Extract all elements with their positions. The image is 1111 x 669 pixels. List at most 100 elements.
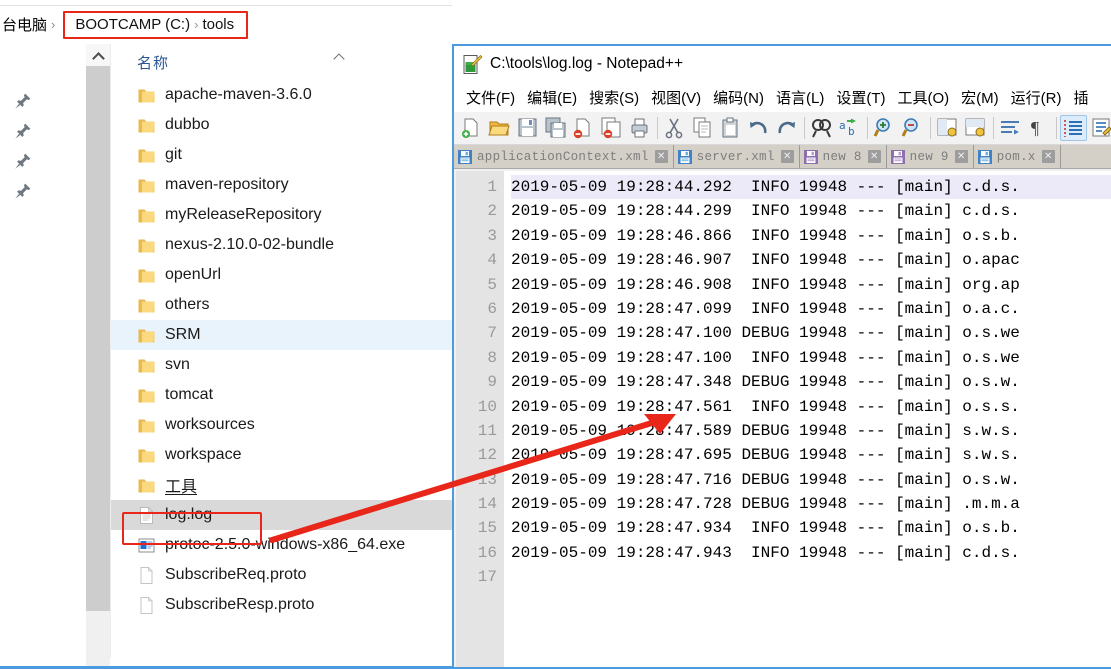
save-icon[interactable] [514,115,541,141]
word-wrap-icon[interactable] [997,115,1024,141]
breadcrumb-this-pc[interactable]: 台电脑 [0,14,47,35]
file-list-item[interactable]: apache-maven-3.6.0 [111,80,453,110]
print-icon[interactable] [626,115,653,141]
pin-icon[interactable] [14,122,32,140]
file-list-item-label: nexus-2.10.0-02-bundle [165,236,335,253]
file-list-item[interactable]: dubbo [111,110,453,140]
file-list-item-label: workspace [165,446,242,463]
menu-item[interactable]: 运行(R) [1005,87,1068,108]
editor-tab[interactable]: applicationContext.xml ✕ [454,145,674,168]
line-number: 17 [477,568,497,587]
indent-guide-icon[interactable] [1060,115,1087,141]
nav-pane-scrollbar[interactable] [86,44,110,669]
tab-close-icon[interactable]: ✕ [1041,150,1055,163]
sync-horizontal-icon[interactable] [962,115,989,141]
save-all-icon[interactable] [542,115,569,141]
file-list-item[interactable]: nexus-2.10.0-02-bundle [111,230,453,260]
menu-item[interactable]: 文件(F) [460,87,521,108]
folder-icon [137,86,156,105]
file-list-item[interactable]: workspace [111,440,453,470]
menu-item[interactable]: 工具(O) [891,87,955,108]
tab-close-icon[interactable]: ✕ [954,150,968,163]
zoom-in-icon[interactable] [871,115,898,141]
address-bar[interactable]: 台电脑 › BOOTCAMP (C:) › tools [0,7,452,42]
file-list-item[interactable]: openUrl [111,260,453,290]
pin-icon[interactable] [14,182,32,200]
file-list-item[interactable]: git [111,140,453,170]
file-list-item[interactable]: 工具 [111,470,453,500]
menu-item[interactable]: 编辑(E) [521,87,583,108]
user-define-icon[interactable] [1088,115,1111,141]
line-number: 2 [487,202,497,221]
breadcrumb-folder[interactable]: tools [202,16,234,33]
copy-icon[interactable] [689,115,716,141]
new-file-icon[interactable] [458,115,485,141]
file-list-item[interactable]: protoc-2.5.0-windows-x86_64.exe [111,530,453,560]
folder-icon [137,146,156,165]
tab-close-icon[interactable]: ✕ [867,150,881,163]
file-list-item[interactable]: others [111,290,453,320]
close-file-icon[interactable] [570,115,597,141]
breadcrumb-separator-2: › [194,16,199,32]
file-list-item[interactable]: SubscribeReq.proto [111,560,453,590]
file-list-item-label: protoc-2.5.0-windows-x86_64.exe [165,536,406,553]
menu-item[interactable]: 语言(L) [770,87,830,108]
editor-tab[interactable]: pom.x ✕ [973,145,1061,168]
scroll-up-button[interactable] [86,44,110,66]
menu-item[interactable]: 插 [1067,87,1094,108]
scrollbar-thumb[interactable] [86,66,110,611]
sync-vertical-icon[interactable] [934,115,961,141]
tab-close-icon[interactable]: ✕ [780,150,794,163]
editor-tab-label: server.xml [696,149,775,164]
undo-icon[interactable] [745,115,772,141]
menu-item[interactable]: 视图(V) [645,87,707,108]
cut-icon[interactable] [661,115,688,141]
file-list-item[interactable]: tomcat [111,380,453,410]
toolbar-separator [927,117,934,139]
svg-text:b: b [848,125,855,138]
redo-icon[interactable] [773,115,800,141]
toolbar-separator [654,117,661,139]
find-icon[interactable] [808,115,835,141]
file-explorer-window: 台电脑 › BOOTCAMP (C:) › tools 名称 apache-ma… [0,0,453,669]
menu-item[interactable]: 设置(T) [830,87,891,108]
editor-tab[interactable]: server.xml ✕ [673,145,800,168]
file-list-item[interactable]: maven-repository [111,170,453,200]
file-list-item[interactable]: log.log [111,500,453,530]
pin-icon[interactable] [14,152,32,170]
notepadpp-editor[interactable]: 1 2 3 4 5 6 7 8 9 10 11 12 13 14 15 16 17 2019-05-09 19:… [456,171,1111,667]
save-purple-icon [803,149,818,164]
file-list-item-label: openUrl [165,266,222,283]
file-list-item-label: SubscribeReq.proto [165,566,307,583]
code-text-area[interactable]: 2019-05-09 19:28:44.292 INFO 19948 --- [… [504,171,1111,667]
breadcrumb-drive[interactable]: BOOTCAMP (C:) [75,16,190,33]
line-number: 11 [477,421,497,440]
pin-icon[interactable] [14,92,32,110]
column-header-name[interactable]: 名称 [111,52,169,73]
editor-tab[interactable]: new 8 ✕ [799,145,887,168]
column-header-row[interactable]: 名称 [111,44,453,80]
close-all-icon[interactable] [598,115,625,141]
menu-item[interactable]: 搜索(S) [583,87,645,108]
file-list-item[interactable]: SubscribeResp.proto [111,590,453,620]
code-line: 2019-05-09 19:28:44.292 INFO 19948 --- [… [511,175,1111,200]
editor-tab-label: pom.x [996,149,1036,164]
file-list-item[interactable]: svn [111,350,453,380]
replace-icon[interactable]: ab [836,115,863,141]
paste-icon[interactable] [717,115,744,141]
toolbar-separator [864,117,871,139]
editor-tab[interactable]: new 9 ✕ [886,145,974,168]
file-list-item-label: tomcat [165,386,214,403]
file-list-item[interactable]: myReleaseRepository [111,200,453,230]
save-blue-icon [677,149,692,164]
menu-item[interactable]: 宏(M) [955,87,1005,108]
file-list-item[interactable]: SRM [111,320,453,350]
zoom-out-icon[interactable] [899,115,926,141]
file-list-item-label: SubscribeResp.proto [165,596,315,613]
menu-item[interactable]: 编码(N) [707,87,770,108]
open-file-icon[interactable] [486,115,513,141]
tab-close-icon[interactable]: ✕ [654,150,668,163]
file-list-item[interactable]: worksources [111,410,453,440]
show-all-chars-icon[interactable]: ¶ [1025,115,1052,141]
